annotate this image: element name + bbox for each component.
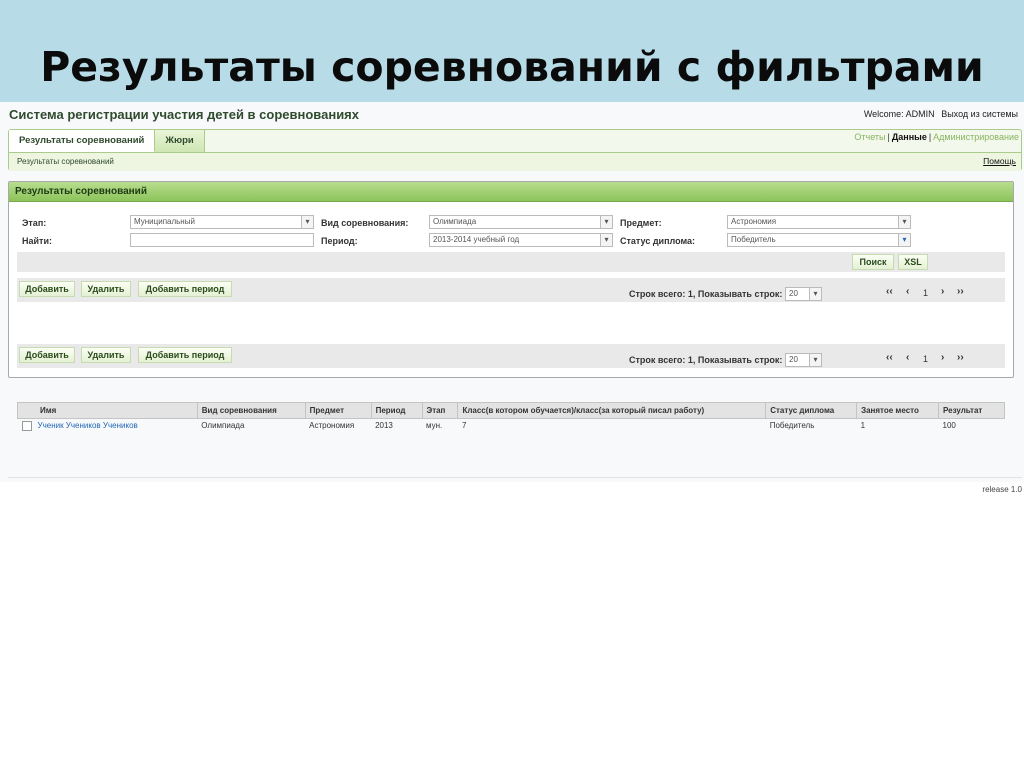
app-window: Система регистрации участия детей в соре… (0, 102, 1024, 768)
kind-select[interactable]: Олимпиада ▾ (429, 215, 613, 229)
results-table: Имя Вид соревнования Предмет Период Этап… (17, 402, 1005, 433)
tab-jury[interactable]: Жюри (155, 130, 205, 152)
chevron-down-icon: ▾ (301, 216, 313, 228)
kind-value: Олимпиада (433, 217, 477, 226)
rows-per-page-select-bottom[interactable]: 20 ▾ (785, 353, 822, 367)
chevron-down-icon: ▾ (600, 216, 612, 228)
sub-bar: Результаты соревнований Помощь (9, 152, 1021, 171)
nav-separator: | (887, 132, 890, 142)
row-result: 100 (942, 421, 956, 431)
user-area: Welcome: ADMIN Выход из системы (864, 109, 1018, 119)
add-button-bottom[interactable]: Добавить (19, 347, 75, 363)
xsl-button[interactable]: XSL (898, 254, 928, 270)
row-place: 1 (860, 421, 866, 431)
help-link[interactable]: Помощь (983, 156, 1016, 166)
period-select[interactable]: 2013-2014 учебный год ▾ (429, 233, 613, 247)
logout-link[interactable]: Выход из системы (941, 109, 1018, 119)
pager-current: 1 (923, 288, 929, 298)
tab-bar: Результаты соревнований Жюри (9, 130, 205, 152)
row-status: Победитель (769, 421, 815, 431)
checkbox-icon[interactable] (21, 420, 32, 431)
add-period-button-bottom[interactable]: Добавить период (138, 347, 232, 363)
pager-prev[interactable]: ‹ (906, 286, 909, 297)
pager-last[interactable]: ›› (957, 286, 964, 297)
breadcrumb: Результаты соревнований (17, 157, 114, 166)
panel-title: Результаты соревнований (9, 182, 1013, 202)
period-label: Период: (321, 236, 358, 246)
rows-per-page-select[interactable]: 20 ▾ (785, 287, 822, 301)
row-select-cell: Ученик Учеников Учеников (18, 419, 198, 433)
top-nav: Отчеты | Данные | Администрирование (854, 132, 1019, 142)
nav-admin[interactable]: Администрирование (933, 132, 1019, 142)
col-result[interactable]: Результат (938, 402, 1005, 419)
row-stage: мун. (426, 421, 443, 431)
chevron-down-icon: ▾ (600, 234, 612, 246)
col-class[interactable]: Класс(в котором обучается)/класс(за кото… (457, 402, 767, 419)
nav-reports[interactable]: Отчеты (854, 132, 885, 142)
results-panel: Результаты соревнований Этап: Муниципаль… (8, 181, 1014, 431)
chevron-down-icon: ▾ (809, 354, 821, 366)
chevron-down-icon: ▾ (898, 216, 910, 228)
table-header: Имя Вид соревнования Предмет Период Этап… (17, 402, 1005, 419)
rows-info-bottom: Строк всего: 1, Показывать строк: (629, 355, 783, 365)
delete-button[interactable]: Удалить (81, 281, 131, 297)
stage-label: Этап: (22, 218, 47, 228)
col-period[interactable]: Период (370, 402, 423, 419)
delete-button-bottom[interactable]: Удалить (81, 347, 131, 363)
search-button[interactable]: Поиск (852, 254, 894, 270)
kind-label: Вид соревнования: (321, 218, 409, 228)
app-title: Система регистрации участия детей в соре… (9, 107, 359, 122)
rows-per-page-value-bottom: 20 (789, 355, 798, 364)
pager-first-bottom[interactable]: ‹‹ (886, 352, 893, 363)
col-subject[interactable]: Предмет (304, 402, 372, 419)
table-row: Ученик Учеников Учеников Олимпиада Астро… (18, 419, 1005, 433)
nav-separator: | (928, 132, 932, 142)
col-place[interactable]: Занятое место (856, 402, 940, 419)
chevron-down-icon: ▾ (898, 234, 910, 246)
subject-value: Астрономия (731, 217, 777, 226)
pager-current-bottom: 1 (923, 354, 929, 364)
search-label: Найти: (22, 236, 52, 246)
period-value: 2013-2014 учебный год (433, 235, 520, 244)
add-button[interactable]: Добавить (19, 281, 75, 297)
subject-label: Предмет: (620, 218, 662, 228)
col-name[interactable]: Имя (17, 402, 198, 419)
footer-divider (8, 477, 1022, 478)
row-kind: Олимпиада (201, 421, 245, 431)
pager-next-bottom[interactable]: › (941, 352, 944, 363)
row-name-link[interactable]: Ученик Учеников Учеников (38, 421, 138, 430)
status-value: Победитель (731, 235, 776, 244)
menubar: Результаты соревнований Жюри Отчеты | Данн… (8, 129, 1022, 171)
search-input[interactable] (130, 233, 314, 247)
chevron-down-icon: ▾ (809, 288, 821, 300)
pager-prev-bottom[interactable]: ‹ (906, 352, 909, 363)
release-label: release 1.0 (982, 485, 1022, 494)
welcome-text: Welcome: ADMIN (863, 109, 935, 119)
pager-next[interactable]: › (941, 286, 944, 297)
subject-select[interactable]: Астрономия ▾ (727, 215, 911, 229)
col-stage[interactable]: Этап (421, 402, 459, 419)
pager-first[interactable]: ‹‹ (886, 286, 893, 297)
stage-select[interactable]: Муниципальный ▾ (130, 215, 314, 229)
col-name-label: Имя (40, 406, 57, 415)
col-kind[interactable]: Вид соревнования (196, 402, 306, 419)
row-subject: Астрономия (309, 421, 355, 431)
col-status[interactable]: Статус диплома (765, 402, 858, 419)
nav-data[interactable]: Данные (892, 132, 927, 142)
row-class: 7 (461, 421, 467, 431)
slide-title: Результаты соревнований с фильтрами (40, 43, 984, 91)
status-select[interactable]: Победитель ▾ (727, 233, 911, 247)
pager-last-bottom[interactable]: ›› (957, 352, 964, 363)
rows-info: Строк всего: 1, Показывать строк: (629, 289, 783, 299)
row-period: 2013 (375, 421, 393, 431)
rows-per-page-value: 20 (789, 289, 798, 298)
stage-value: Муниципальный (134, 217, 195, 226)
tab-results[interactable]: Результаты соревнований (9, 130, 156, 152)
add-period-button[interactable]: Добавить период (138, 281, 232, 297)
status-label: Статус диплома: (620, 236, 696, 246)
